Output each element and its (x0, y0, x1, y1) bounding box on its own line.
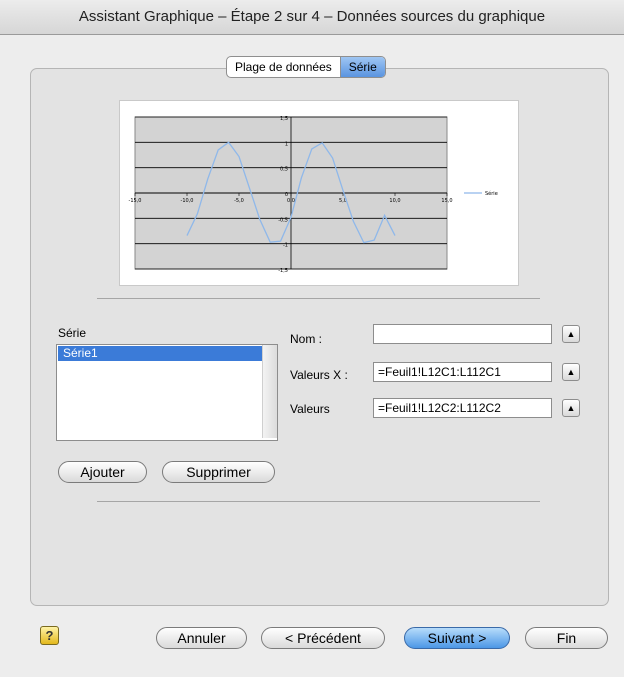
x-tick-label: -5,0 (234, 198, 244, 204)
series-list-label: Série (58, 326, 87, 340)
y-tick-label: 1 (285, 141, 288, 147)
x-tick-label: 15,0 (441, 198, 452, 204)
tab-bar: Plage de données Série (226, 56, 386, 78)
y-tick-label: 1,5 (280, 116, 288, 122)
x-tick-label: -15,0 (129, 198, 142, 204)
y-tick-label: -0,5 (278, 217, 288, 223)
y-tick-label: -1,5 (278, 268, 288, 274)
help-button[interactable]: ? (40, 626, 59, 645)
next-button[interactable]: Suivant > (404, 627, 510, 649)
x-values-collapse-button[interactable]: ▲ (562, 363, 580, 381)
window-title: Assistant Graphique – Étape 2 sur 4 – Do… (0, 0, 624, 35)
x-tick-label: 10,0 (389, 198, 400, 204)
chart-svg: 1,510,50-0,5-1-1,5-15,0 -10,0 -5,0 0,0 5,0 10… (129, 116, 498, 274)
x-values-label: Valeurs X : (290, 368, 348, 382)
name-label: Nom : (290, 332, 323, 346)
values-label: Valeurs (290, 402, 330, 416)
values-field[interactable]: =Feuil1!L12C2:L112C2 (373, 398, 552, 418)
series-list-item[interactable]: Série1 (58, 346, 262, 361)
y-tick-label: 0,5 (280, 167, 288, 173)
legend-label: Série (485, 190, 498, 197)
chart-preview: 1,5 1 0,5 0 -0,5 -1 -1,5 -15,0 -10,0 -5,0 0,0 5,0 10… (119, 100, 519, 286)
finish-button[interactable]: Fin (525, 627, 608, 649)
add-button[interactable]: Ajouter (58, 461, 147, 483)
tab-data-range[interactable]: Plage de données (227, 57, 340, 77)
collapse-icon: ▲ (566, 329, 576, 339)
collapse-icon: ▲ (566, 367, 576, 377)
y-tick-label: -1 (283, 243, 288, 249)
x-tick-label: 0,0 (287, 198, 295, 204)
cancel-button[interactable]: Annuler (156, 627, 247, 649)
name-collapse-button[interactable]: ▲ (562, 325, 580, 343)
series-listbox[interactable]: Série1 (56, 344, 278, 441)
previous-button[interactable]: < Précédent (261, 627, 385, 649)
values-collapse-button[interactable]: ▲ (562, 399, 580, 417)
x-tick-label: -10,0 (181, 198, 194, 204)
name-field[interactable] (373, 324, 552, 344)
collapse-icon: ▲ (566, 403, 576, 413)
separator-top (97, 298, 540, 299)
series-list-scrollbar[interactable] (262, 345, 277, 438)
tab-series[interactable]: Série (339, 57, 385, 77)
remove-button[interactable]: Supprimer (162, 461, 275, 483)
x-values-field[interactable]: =Feuil1!L12C1:L112C1 (373, 362, 552, 382)
separator-bottom (97, 501, 540, 502)
